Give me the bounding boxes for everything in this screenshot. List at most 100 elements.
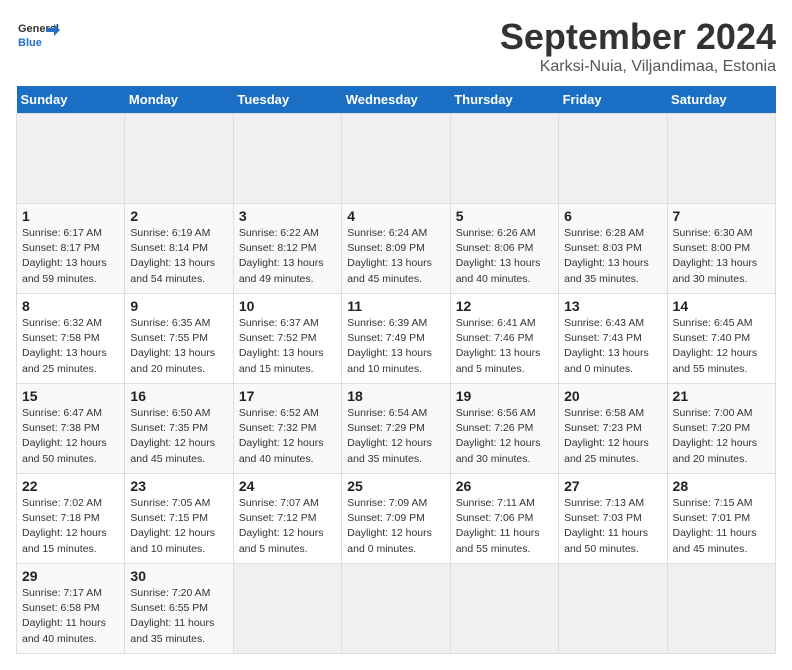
weekday-header-thursday: Thursday <box>450 86 558 114</box>
day-cell <box>233 564 341 654</box>
day-detail: Sunrise: 6:37 AMSunset: 7:52 PMDaylight:… <box>239 316 336 377</box>
day-detail: Sunrise: 6:35 AMSunset: 7:55 PMDaylight:… <box>130 316 227 377</box>
day-detail: Sunrise: 6:58 AMSunset: 7:23 PMDaylight:… <box>564 406 661 467</box>
day-cell: 21 Sunrise: 7:00 AMSunset: 7:20 PMDayligh… <box>667 384 775 474</box>
day-cell: 10Sunrise: 6:37 AMSunset: 7:52 PMDayligh… <box>233 294 341 384</box>
day-cell: 29 Sunrise: 7:17 AMSunset: 6:58 PMDayligh… <box>17 564 125 654</box>
day-detail: Sunrise: 6:22 AMSunset: 8:12 PMDaylight:… <box>239 226 336 287</box>
day-detail: Sunrise: 7:15 AMSunset: 7:01 PMDaylight:… <box>673 496 770 557</box>
day-cell <box>450 114 558 204</box>
day-number: 7 <box>673 208 770 224</box>
day-detail: Sunrise: 6:17 AMSunset: 8:17 PMDaylight:… <box>22 226 119 287</box>
day-number: 22 <box>22 478 119 494</box>
day-cell: 17 Sunrise: 6:52 AMSunset: 7:32 PMDayligh… <box>233 384 341 474</box>
day-detail: Sunrise: 6:50 AMSunset: 7:35 PMDaylight:… <box>130 406 227 467</box>
day-detail: Sunrise: 6:28 AMSunset: 8:03 PMDaylight:… <box>564 226 661 287</box>
day-cell: 25 Sunrise: 7:09 AMSunset: 7:09 PMDayligh… <box>342 474 450 564</box>
day-cell: 19 Sunrise: 6:56 AMSunset: 7:26 PMDayligh… <box>450 384 558 474</box>
day-detail: Sunrise: 6:45 AMSunset: 7:40 PMDaylight:… <box>673 316 770 377</box>
day-detail: Sunrise: 7:11 AMSunset: 7:06 PMDaylight:… <box>456 496 553 557</box>
day-cell <box>559 114 667 204</box>
day-detail: Sunrise: 6:30 AMSunset: 8:00 PMDaylight:… <box>673 226 770 287</box>
day-cell: 11Sunrise: 6:39 AMSunset: 7:49 PMDayligh… <box>342 294 450 384</box>
week-row-2: 1 Sunrise: 6:17 AMSunset: 8:17 PMDaylight… <box>17 204 776 294</box>
day-cell: 13Sunrise: 6:43 AMSunset: 7:43 PMDayligh… <box>559 294 667 384</box>
weekday-header-saturday: Saturday <box>667 86 775 114</box>
day-cell: 30Sunrise: 7:20 AMSunset: 6:55 PMDayligh… <box>125 564 233 654</box>
day-cell <box>559 564 667 654</box>
day-number: 29 <box>22 568 119 584</box>
day-number: 6 <box>564 208 661 224</box>
day-detail: Sunrise: 6:47 AMSunset: 7:38 PMDaylight:… <box>22 406 119 467</box>
day-cell: 23 Sunrise: 7:05 AMSunset: 7:15 PMDayligh… <box>125 474 233 564</box>
weekday-header-friday: Friday <box>559 86 667 114</box>
day-number: 3 <box>239 208 336 224</box>
day-number: 15 <box>22 388 119 404</box>
day-detail: Sunrise: 7:20 AMSunset: 6:55 PMDaylight:… <box>130 586 227 647</box>
day-number: 20 <box>564 388 661 404</box>
day-detail: Sunrise: 6:32 AMSunset: 7:58 PMDaylight:… <box>22 316 119 377</box>
day-cell <box>17 114 125 204</box>
day-cell <box>125 114 233 204</box>
day-detail: Sunrise: 6:54 AMSunset: 7:29 PMDaylight:… <box>347 406 444 467</box>
calendar-location: Karksi-Nuia, Viljandimaa, Estonia <box>500 58 776 76</box>
week-row-4: 15 Sunrise: 6:47 AMSunset: 7:38 PMDayligh… <box>17 384 776 474</box>
day-cell <box>667 564 775 654</box>
day-cell: 27Sunrise: 7:13 AMSunset: 7:03 PMDayligh… <box>559 474 667 564</box>
day-cell: 12Sunrise: 6:41 AMSunset: 7:46 PMDayligh… <box>450 294 558 384</box>
day-cell: 18Sunrise: 6:54 AMSunset: 7:29 PMDayligh… <box>342 384 450 474</box>
logo: General Blue <box>16 16 60 52</box>
title-block: September 2024 Karksi-Nuia, Viljandimaa,… <box>500 16 776 76</box>
day-cell: 1 Sunrise: 6:17 AMSunset: 8:17 PMDaylight… <box>17 204 125 294</box>
day-number: 5 <box>456 208 553 224</box>
week-row-5: 22 Sunrise: 7:02 AMSunset: 7:18 PMDayligh… <box>17 474 776 564</box>
day-number: 17 <box>239 388 336 404</box>
day-cell <box>667 114 775 204</box>
day-cell: 5 Sunrise: 6:26 AMSunset: 8:06 PMDaylight… <box>450 204 558 294</box>
day-detail: Sunrise: 7:00 AMSunset: 7:20 PMDaylight:… <box>673 406 770 467</box>
day-number: 1 <box>22 208 119 224</box>
day-detail: Sunrise: 7:17 AMSunset: 6:58 PMDaylight:… <box>22 586 119 647</box>
day-detail: Sunrise: 6:56 AMSunset: 7:26 PMDaylight:… <box>456 406 553 467</box>
day-cell: 3 Sunrise: 6:22 AMSunset: 8:12 PMDaylight… <box>233 204 341 294</box>
day-number: 16 <box>130 388 227 404</box>
page-header: General Blue September 2024 Karksi-Nuia,… <box>16 16 776 76</box>
day-cell: 6 Sunrise: 6:28 AMSunset: 8:03 PMDaylight… <box>559 204 667 294</box>
day-detail: Sunrise: 6:26 AMSunset: 8:06 PMDaylight:… <box>456 226 553 287</box>
day-cell: 8Sunrise: 6:32 AMSunset: 7:58 PMDaylight… <box>17 294 125 384</box>
day-cell <box>450 564 558 654</box>
day-number: 27 <box>564 478 661 494</box>
day-cell: 7 Sunrise: 6:30 AMSunset: 8:00 PMDaylight… <box>667 204 775 294</box>
day-cell: 26Sunrise: 7:11 AMSunset: 7:06 PMDayligh… <box>450 474 558 564</box>
day-detail: Sunrise: 7:07 AMSunset: 7:12 PMDaylight:… <box>239 496 336 557</box>
weekday-header-wednesday: Wednesday <box>342 86 450 114</box>
day-detail: Sunrise: 6:19 AMSunset: 8:14 PMDaylight:… <box>130 226 227 287</box>
day-number: 19 <box>456 388 553 404</box>
day-number: 21 <box>673 388 770 404</box>
day-detail: Sunrise: 6:24 AMSunset: 8:09 PMDaylight:… <box>347 226 444 287</box>
day-detail: Sunrise: 7:05 AMSunset: 7:15 PMDaylight:… <box>130 496 227 557</box>
day-number: 25 <box>347 478 444 494</box>
svg-text:Blue: Blue <box>18 37 42 49</box>
day-cell: 4 Sunrise: 6:24 AMSunset: 8:09 PMDaylight… <box>342 204 450 294</box>
day-number: 4 <box>347 208 444 224</box>
day-cell: 22 Sunrise: 7:02 AMSunset: 7:18 PMDayligh… <box>17 474 125 564</box>
day-cell <box>342 114 450 204</box>
day-number: 13 <box>564 298 661 314</box>
calendar-title: September 2024 <box>500 16 776 58</box>
day-detail: Sunrise: 6:41 AMSunset: 7:46 PMDaylight:… <box>456 316 553 377</box>
week-row-1 <box>17 114 776 204</box>
day-detail: Sunrise: 7:09 AMSunset: 7:09 PMDaylight:… <box>347 496 444 557</box>
day-detail: Sunrise: 6:52 AMSunset: 7:32 PMDaylight:… <box>239 406 336 467</box>
calendar-table: SundayMondayTuesdayWednesdayThursdayFrid… <box>16 86 776 654</box>
day-cell: 20 Sunrise: 6:58 AMSunset: 7:23 PMDayligh… <box>559 384 667 474</box>
weekday-header-monday: Monday <box>125 86 233 114</box>
day-detail: Sunrise: 7:02 AMSunset: 7:18 PMDaylight:… <box>22 496 119 557</box>
day-number: 11 <box>347 298 444 314</box>
day-number: 24 <box>239 478 336 494</box>
weekday-header-row: SundayMondayTuesdayWednesdayThursdayFrid… <box>17 86 776 114</box>
day-number: 2 <box>130 208 227 224</box>
day-cell: 28Sunrise: 7:15 AMSunset: 7:01 PMDayligh… <box>667 474 775 564</box>
day-cell: 2 Sunrise: 6:19 AMSunset: 8:14 PMDaylight… <box>125 204 233 294</box>
day-number: 23 <box>130 478 227 494</box>
